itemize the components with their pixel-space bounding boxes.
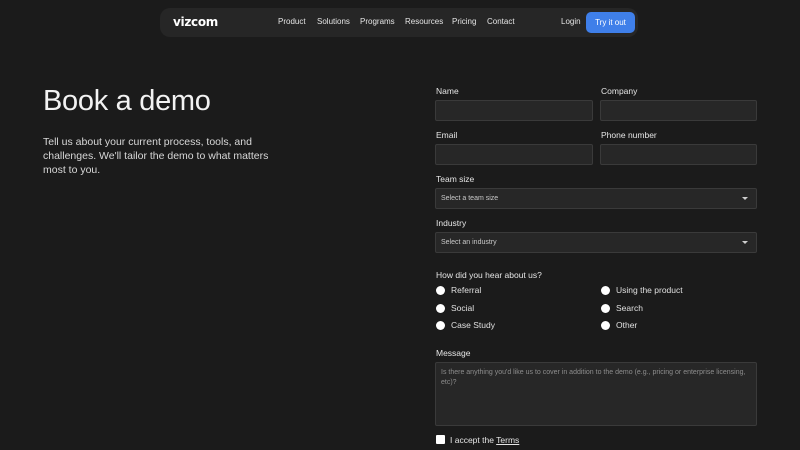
phone-input[interactable] — [600, 144, 757, 165]
name-label: Name — [436, 86, 459, 96]
radio-label: Other — [616, 320, 638, 330]
page-title: Book a demo — [43, 85, 211, 117]
radio-search[interactable]: Search — [601, 303, 643, 313]
message-label: Message — [436, 348, 471, 358]
nav-contact[interactable]: Contact — [487, 17, 515, 26]
radio-label: Search — [616, 303, 643, 313]
nav-resources[interactable]: Resources — [405, 17, 443, 26]
radio-button[interactable] — [436, 303, 445, 313]
radio-label: Referral — [451, 285, 482, 295]
accept-terms-text: I accept the Terms — [450, 435, 519, 445]
terms-link[interactable]: Terms — [496, 435, 519, 445]
industry-label: Industry — [436, 218, 467, 228]
industry-value: Select an industry — [441, 239, 497, 246]
radio-other[interactable]: Other — [601, 320, 637, 330]
radio-button[interactable] — [601, 285, 610, 295]
company-input[interactable] — [600, 100, 757, 121]
vizcom-logo[interactable]: vizcom — [173, 15, 218, 29]
message-placeholder: Is there anything you'd like us to cover… — [441, 369, 746, 386]
radio-case-study[interactable]: Case Study — [436, 320, 495, 330]
team-size-label: Team size — [436, 174, 475, 184]
accept-terms-checkbox[interactable] — [436, 435, 445, 444]
nav-product[interactable]: Product — [278, 17, 306, 26]
radio-referral[interactable]: Referral — [436, 285, 481, 295]
company-label: Company — [601, 86, 638, 96]
message-textarea[interactable]: Is there anything you'd like us to cover… — [435, 362, 757, 426]
team-size-select[interactable]: Select a team size — [435, 188, 757, 209]
login-link[interactable]: Login — [561, 17, 581, 26]
radio-social[interactable]: Social — [436, 303, 474, 313]
nav-pricing[interactable]: Pricing — [452, 17, 476, 26]
accept-prefix: I accept the — [450, 435, 494, 445]
email-label: Email — [436, 130, 458, 140]
name-input[interactable] — [435, 100, 593, 121]
chevron-down-icon — [742, 241, 748, 244]
email-input[interactable] — [435, 144, 593, 165]
nav-programs[interactable]: Programs — [360, 17, 395, 26]
industry-select[interactable]: Select an industry — [435, 232, 757, 253]
radio-label: Social — [451, 303, 475, 313]
hear-label: How did you hear about us? — [436, 270, 542, 280]
radio-label: Using the product — [616, 285, 683, 295]
try-it-out-button[interactable]: Try it out — [586, 12, 635, 33]
top-nav: vizcom Product Solutions Programs Resour… — [160, 8, 638, 37]
phone-label: Phone number — [601, 130, 657, 140]
radio-button[interactable] — [601, 303, 610, 313]
page-description: Tell us about your current process, tool… — [43, 136, 269, 176]
radio-label: Case Study — [451, 320, 495, 330]
page: vizcom Product Solutions Programs Resour… — [0, 0, 800, 450]
nav-solutions[interactable]: Solutions — [317, 17, 350, 26]
radio-button[interactable] — [601, 320, 610, 330]
chevron-down-icon — [742, 197, 748, 200]
radio-button[interactable] — [436, 320, 445, 330]
radio-button[interactable] — [436, 285, 445, 295]
radio-using-product[interactable]: Using the product — [601, 285, 683, 295]
team-size-value: Select a team size — [441, 195, 499, 202]
